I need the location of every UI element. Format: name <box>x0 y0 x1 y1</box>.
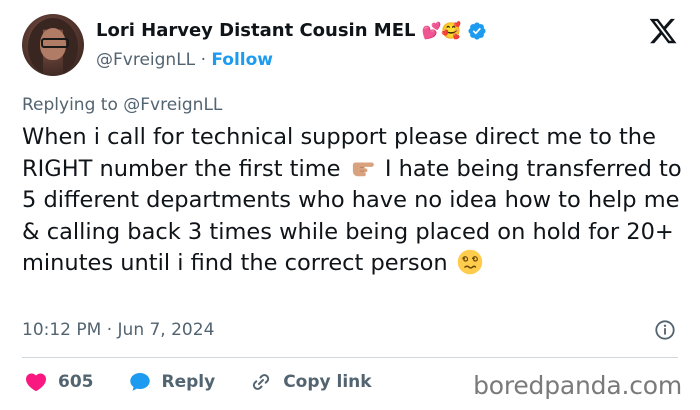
divider <box>22 357 678 358</box>
dizzy-face-emoji-icon <box>457 249 483 275</box>
action-bar: 605 Reply Copy link <box>24 370 406 394</box>
heart-icon <box>25 373 47 392</box>
follow-button[interactable]: Follow <box>211 50 273 70</box>
avatar-glasses <box>41 38 69 48</box>
info-icon[interactable] <box>654 319 676 341</box>
tweet-timestamp[interactable]: 10:12 PM · Jun 7, 2024 <box>22 320 214 340</box>
reply-button[interactable]: Reply <box>128 370 216 394</box>
replying-to-prefix: Replying to <box>22 95 118 115</box>
avatar[interactable] <box>22 14 84 76</box>
reply-label: Reply <box>161 372 216 392</box>
author-handle[interactable]: @FvreignLL <box>96 50 195 70</box>
verified-badge-icon <box>468 21 486 40</box>
like-button[interactable]: 605 <box>24 370 94 394</box>
author-name-row: Lori Harvey Distant Cousin MEL 💕🥰 <box>96 20 487 41</box>
name-emojis: 💕🥰 <box>421 20 462 40</box>
replying-to: Replying to @FvreignLL <box>22 95 222 115</box>
tweet-text: When i call for technical support please… <box>22 122 682 280</box>
replying-to-mention[interactable]: @FvreignLL <box>123 95 222 115</box>
watermark: boredpanda.com <box>473 371 682 400</box>
author-display-name[interactable]: Lori Harvey Distant Cousin MEL <box>96 20 415 41</box>
handle-separator: · <box>200 50 206 70</box>
x-logo-icon[interactable] <box>648 16 678 46</box>
like-count: 605 <box>58 372 94 392</box>
copy-link-button[interactable]: Copy link <box>249 370 372 394</box>
link-icon <box>253 374 270 390</box>
speech-bubble-icon <box>129 373 150 391</box>
author-handle-row: @FvreignLL · Follow <box>96 50 273 70</box>
pointing-right-hand-emoji-icon <box>352 162 374 176</box>
copy-link-label: Copy link <box>283 372 372 392</box>
